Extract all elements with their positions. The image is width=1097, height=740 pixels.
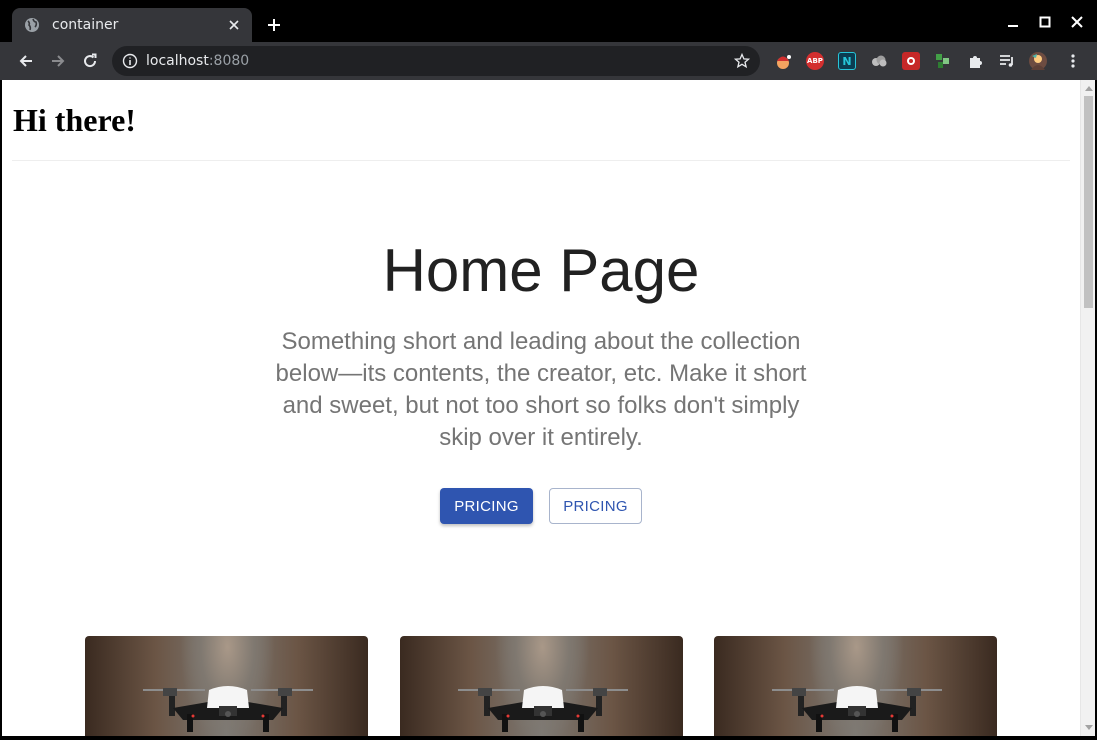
scrollbar-thumb[interactable] bbox=[1084, 96, 1093, 308]
reload-icon bbox=[84, 53, 97, 68]
scroll-up-arrow-icon[interactable] bbox=[1084, 84, 1093, 92]
abp-extension-icon[interactable]: ABP bbox=[806, 52, 824, 70]
puzzle-extensions-icon[interactable] bbox=[966, 52, 984, 70]
media-queue-icon[interactable] bbox=[998, 52, 1016, 70]
hero-title: Home Page bbox=[382, 237, 700, 304]
maximize-button[interactable] bbox=[1036, 13, 1054, 31]
pricing-outline-button[interactable]: PRICING bbox=[549, 488, 642, 524]
arrow-left-icon bbox=[19, 55, 32, 67]
close-window-button[interactable] bbox=[1068, 13, 1086, 31]
browser-menu-button[interactable] bbox=[1062, 50, 1084, 72]
drone-image bbox=[458, 686, 628, 732]
profile-avatar-icon[interactable] bbox=[1029, 52, 1047, 70]
globe-icon bbox=[24, 17, 40, 33]
arrow-right-icon bbox=[52, 55, 65, 67]
forward-button[interactable] bbox=[47, 50, 69, 72]
scroll-down-arrow-icon[interactable] bbox=[1084, 724, 1093, 732]
page-heading: Hi there! bbox=[13, 102, 136, 138]
bookmark-star-icon[interactable] bbox=[734, 53, 750, 69]
horizontal-rule bbox=[12, 160, 1070, 161]
hero-subtitle: Something short and leading about the co… bbox=[275, 328, 807, 451]
browser-tab[interactable]: container bbox=[12, 8, 252, 42]
product-card[interactable] bbox=[400, 636, 683, 736]
site-info-icon[interactable] bbox=[122, 53, 138, 69]
browser-window: container localhost:8080 ABP N Hi there!… bbox=[0, 0, 1097, 740]
product-card[interactable] bbox=[85, 636, 368, 736]
url-port: :8080 bbox=[208, 53, 250, 69]
url-text: localhost:8080 bbox=[146, 53, 249, 69]
close-icon bbox=[1071, 16, 1083, 28]
new-tab-button[interactable] bbox=[264, 15, 284, 35]
n-extension-icon[interactable]: N bbox=[838, 52, 856, 70]
tab-title: container bbox=[52, 17, 119, 33]
minimize-icon bbox=[1008, 25, 1018, 27]
n-label: N bbox=[842, 54, 852, 68]
maximize-icon bbox=[1039, 16, 1051, 28]
back-button[interactable] bbox=[15, 50, 37, 72]
plus-icon bbox=[268, 19, 280, 31]
santa-extension-icon[interactable] bbox=[774, 52, 792, 70]
product-card[interactable] bbox=[714, 636, 997, 736]
close-tab-icon[interactable] bbox=[226, 17, 242, 33]
address-bar[interactable]: localhost:8080 bbox=[112, 46, 760, 76]
abp-label: ABP bbox=[807, 57, 823, 65]
url-host: localhost bbox=[146, 53, 209, 69]
kebab-menu-icon bbox=[1071, 54, 1075, 68]
page-viewport: Hi there! Home Page Something short and … bbox=[2, 80, 1095, 736]
green-extension-icon[interactable] bbox=[934, 52, 952, 70]
cloud-extension-icon[interactable] bbox=[870, 52, 888, 70]
pricing-primary-button[interactable]: PRICING bbox=[440, 488, 533, 524]
vertical-scrollbar[interactable] bbox=[1080, 80, 1095, 736]
tab-strip: container bbox=[0, 0, 1097, 42]
reload-button[interactable] bbox=[79, 50, 101, 72]
drone-image bbox=[143, 686, 313, 732]
minimize-button[interactable] bbox=[1004, 13, 1022, 31]
red-extension-icon[interactable] bbox=[902, 52, 920, 70]
browser-toolbar: localhost:8080 ABP N bbox=[0, 42, 1097, 80]
drone-image bbox=[772, 686, 942, 732]
